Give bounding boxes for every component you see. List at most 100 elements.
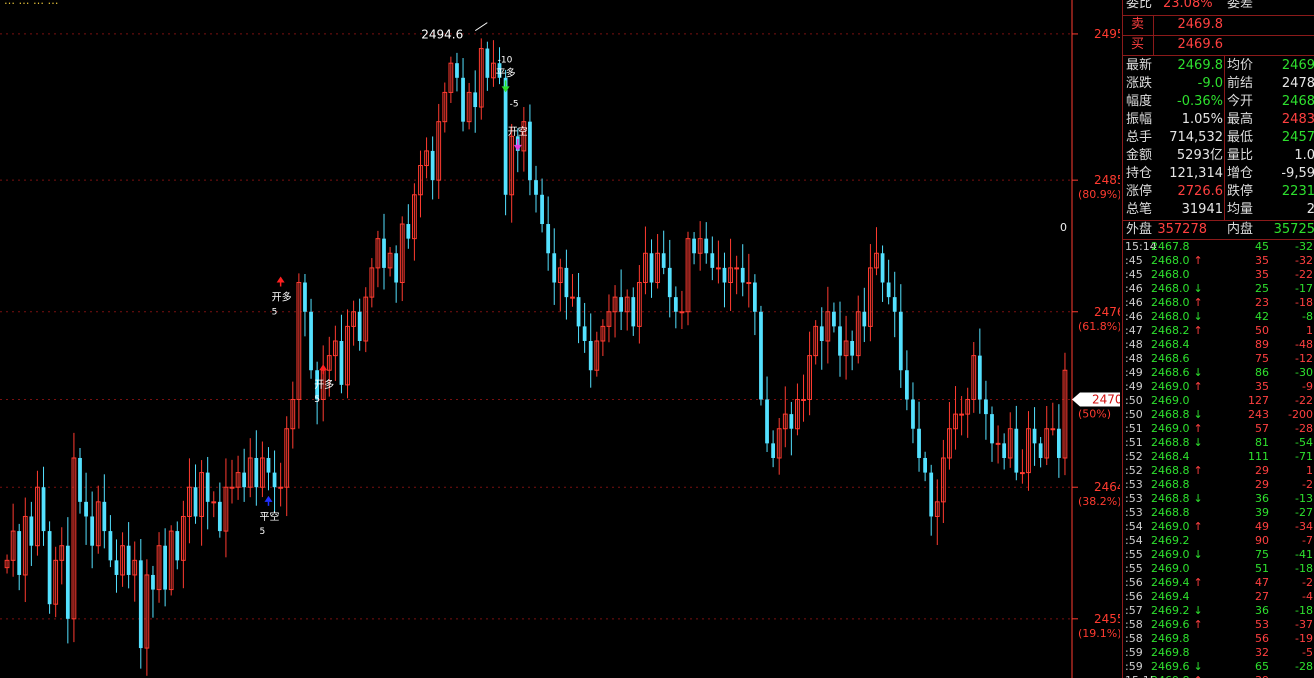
tick-row[interactable]: :52 2468.4 111 -71 (1123, 450, 1314, 464)
stat-value: 5293亿 (1176, 148, 1223, 163)
tick-row[interactable]: :46 2468.0 ↓ 42 -8 (1123, 310, 1314, 324)
stat-row: 涨跌 -9.0 前结 2478 (1123, 75, 1314, 93)
up-arrow-icon: ↑ (1193, 380, 1203, 393)
signal-label: 开多 (314, 378, 334, 391)
tick-change: -18 (1295, 604, 1313, 617)
tick-price-value: 2467.8 (1151, 240, 1190, 253)
tick-change: -22 (1295, 394, 1313, 407)
candle-body (850, 341, 855, 356)
stat-label: 最新 (1126, 58, 1153, 73)
candlestick-chart[interactable]: … … … …24952485(80.9%)2476(61.8%)(50%)24… (0, 0, 1120, 678)
tick-row[interactable]: :53 2468.8 29 -2 (1123, 478, 1314, 492)
chart-canvas[interactable]: … … … …24952485(80.9%)2476(61.8%)(50%)24… (0, 0, 1120, 678)
tick-price-value: 2468.6 (1151, 366, 1190, 379)
tick-change: -34 (1295, 520, 1313, 533)
tick-row[interactable]: :51 2468.8 ↓ 81 -54 (1123, 436, 1314, 450)
tick-row[interactable]: :54 2469.0 ↑ 49 -34 (1123, 520, 1314, 534)
axis-tick-label: 2495 (1094, 27, 1120, 41)
tick-price: 2468.8 ↓ (1151, 408, 1219, 422)
tick-volume: 35 (1255, 380, 1269, 393)
candle-body (534, 180, 538, 195)
tick-row[interactable]: :55 2469.0 ↓ 75 -41 (1123, 548, 1314, 562)
candle-body (898, 311, 903, 371)
candle-body (242, 472, 247, 488)
tick-price-value: 2469.8 (1151, 674, 1190, 678)
candle-body (819, 326, 824, 341)
buy-row[interactable]: 买 2469.6 (1123, 36, 1314, 54)
tick-time: :45 (1125, 254, 1143, 267)
tick-volume: 50 (1255, 324, 1269, 337)
candle-body (151, 574, 155, 590)
tick-price: 2469.6 ↑ (1151, 618, 1219, 632)
candle-body (303, 282, 307, 312)
tick-change: -200 (1288, 408, 1313, 421)
candle-body (29, 516, 34, 546)
tick-row[interactable]: :50 2468.8 ↓ 243 -200 (1123, 408, 1314, 422)
tick-row[interactable]: :56 2469.4 ↑ 47 -2 (1123, 576, 1314, 590)
tick-volume: 47 (1255, 576, 1269, 589)
stat-value: 31941 (1181, 202, 1223, 217)
tick-row[interactable]: :47 2468.2 ↑ 50 1 (1123, 324, 1314, 338)
up-arrow-icon: ↑ (1193, 296, 1203, 309)
tick-row[interactable]: :59 2469.6 ↓ 65 -28 (1123, 660, 1314, 674)
tick-row[interactable]: :56 2469.4 27 -4 (1123, 590, 1314, 604)
tick-row[interactable]: :49 2469.0 ↑ 35 -9 (1123, 380, 1314, 394)
stat-label: 跌停 (1227, 184, 1254, 199)
tick-time: :59 (1125, 660, 1143, 673)
tick-row[interactable]: :54 2469.2 90 -7 (1123, 534, 1314, 548)
down-arrow-icon: ↓ (1193, 436, 1203, 449)
sell-row[interactable]: 卖 2469.8 (1123, 16, 1314, 34)
tick-price-value: 2468.4 (1151, 450, 1190, 463)
tick-volume: 36 (1255, 492, 1269, 505)
candle-body (1056, 428, 1061, 458)
candle-body (832, 311, 836, 327)
tick-row[interactable]: :50 2469.0 127 -22 (1123, 394, 1314, 408)
tick-price-value: 2468.8 (1151, 464, 1190, 477)
signal-label: 平空 (259, 510, 279, 523)
signal-qty: 5 (272, 308, 278, 318)
tick-row[interactable]: :45 2468.0 35 -22 (1123, 268, 1314, 282)
candle-body (929, 472, 934, 517)
up-arrow-icon: ↑ (1193, 576, 1203, 589)
tick-row[interactable]: :53 2468.8 ↓ 36 -13 (1123, 492, 1314, 506)
tick-volume: 39 (1255, 506, 1269, 519)
tick-row[interactable]: :58 2469.6 ↑ 53 -37 (1123, 618, 1314, 632)
tick-row[interactable]: :55 2469.0 51 -18 (1123, 562, 1314, 576)
tick-volume: 32 (1255, 646, 1269, 659)
up-arrow-icon: ↑ (1193, 324, 1203, 337)
tick-row[interactable]: :58 2469.8 56 -19 (1123, 632, 1314, 646)
candle-body (229, 486, 235, 489)
tick-price: 2469.0 ↑ (1151, 422, 1219, 436)
tick-price: 2469.2 ↓ (1151, 604, 1219, 618)
outer-inner-row: 外盘 357278 内盘 35725 (1123, 221, 1314, 239)
candle-body (455, 63, 459, 78)
tick-time: :56 (1125, 590, 1143, 603)
tick-change: -7 (1302, 534, 1313, 547)
candle-body (193, 487, 198, 517)
tick-row[interactable]: :45 2468.0 ↑ 35 -32 (1123, 254, 1314, 268)
tick-row[interactable]: :51 2469.0 ↑ 57 -28 (1123, 422, 1314, 436)
tick-time: :52 (1125, 464, 1143, 477)
tick-row[interactable]: :48 2468.6 75 -12 (1123, 352, 1314, 366)
tick-volume: 53 (1255, 618, 1269, 631)
down-arrow-icon: ↓ (1193, 282, 1203, 295)
tick-row[interactable]: :53 2468.8 39 -27 (1123, 506, 1314, 520)
tick-change: -4 (1302, 590, 1313, 603)
candle-body (734, 267, 740, 270)
candle-body (862, 311, 867, 327)
tick-volume: 25 (1255, 282, 1269, 295)
stat-row: 幅度 -0.36% 今开 2468 (1123, 93, 1314, 111)
tick-row[interactable]: :48 2468.4 89 -48 (1123, 338, 1314, 352)
stat-label: 增仓 (1227, 166, 1254, 181)
tick-row[interactable]: :57 2469.2 ↓ 36 -18 (1123, 604, 1314, 618)
tick-change: -32 (1295, 254, 1313, 267)
tick-price-value: 2468.6 (1151, 352, 1190, 365)
tick-row[interactable]: :49 2468.6 ↓ 86 -30 (1123, 366, 1314, 380)
tick-row[interactable]: 15:152469.8↑39 (1123, 674, 1314, 678)
tick-row[interactable]: :59 2469.8 32 -5 (1123, 646, 1314, 660)
signal-qty: 5 (314, 395, 320, 405)
tick-row[interactable]: :46 2468.0 ↓ 25 -17 (1123, 282, 1314, 296)
tick-row[interactable]: :46 2468.0 ↑ 23 -18 (1123, 296, 1314, 310)
tick-row[interactable]: 15:14 2467.8 45 -32 (1123, 240, 1314, 254)
tick-row[interactable]: :52 2468.8 ↑ 29 1 (1123, 464, 1314, 478)
